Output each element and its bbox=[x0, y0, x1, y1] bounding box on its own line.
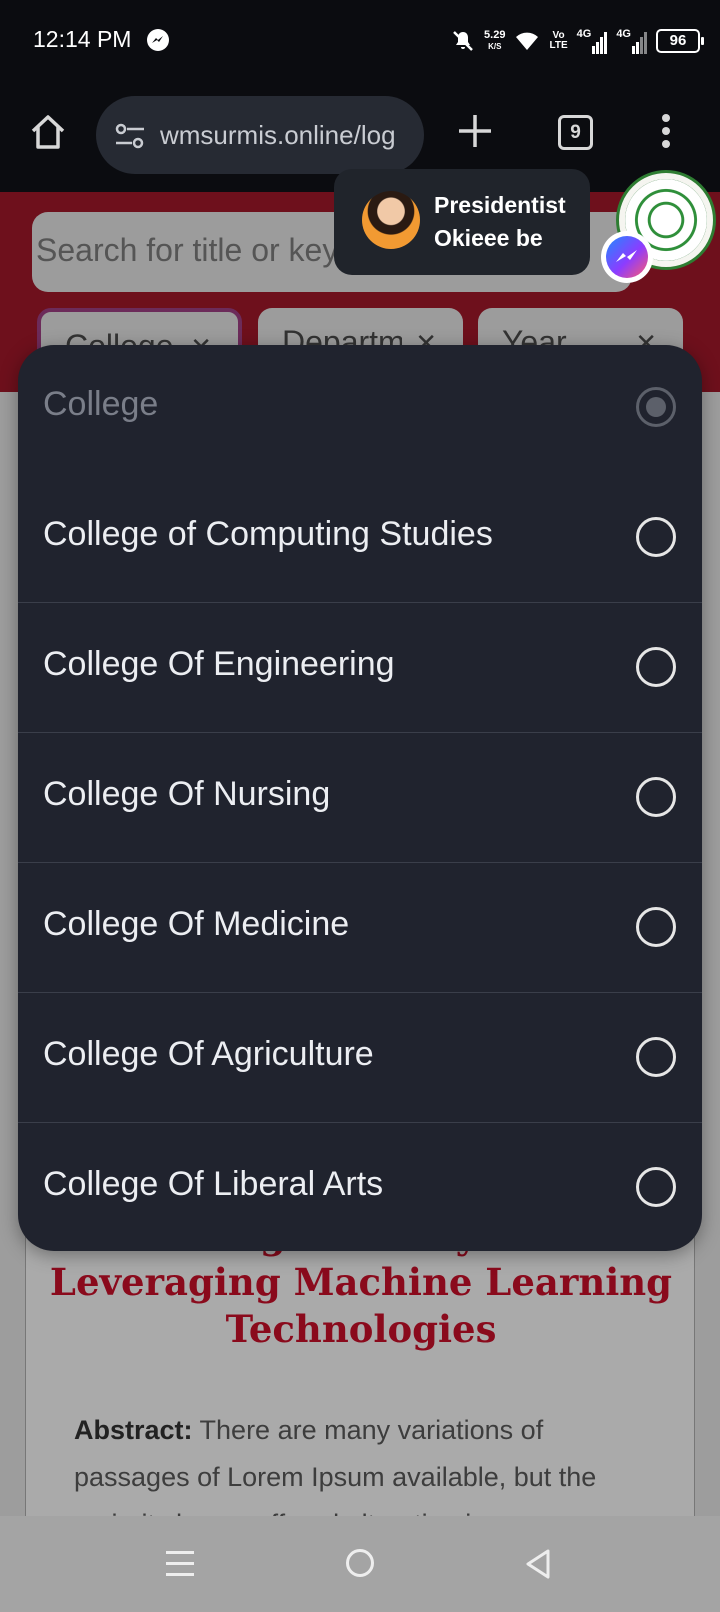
avatar bbox=[362, 191, 420, 249]
dropdown-option-college[interactable]: College bbox=[18, 345, 702, 475]
radio-icon bbox=[636, 517, 676, 557]
system-nav-bar bbox=[0, 1516, 720, 1612]
tune-icon[interactable] bbox=[114, 123, 146, 149]
plus-icon[interactable] bbox=[456, 112, 494, 150]
dropdown-option-liberal-arts[interactable]: College Of Liberal Arts bbox=[18, 1121, 702, 1251]
dropdown-option-agriculture[interactable]: College Of Agriculture bbox=[18, 991, 702, 1121]
network-speed: 5.29 K/S bbox=[484, 29, 506, 52]
wifi-icon bbox=[516, 32, 539, 50]
url-text[interactable]: wmsurmis.online/log bbox=[160, 120, 396, 151]
signal-strength-icon-2: 4G bbox=[616, 28, 647, 54]
radio-icon bbox=[636, 647, 676, 687]
radio-icon bbox=[636, 1167, 676, 1207]
mute-bell-icon bbox=[453, 31, 473, 51]
recent-apps-icon[interactable] bbox=[166, 1551, 194, 1584]
status-time: 12:14 PM bbox=[33, 26, 132, 52]
radio-icon bbox=[636, 907, 676, 947]
messenger-notification-icon bbox=[147, 29, 169, 51]
college-dropdown: College College of Computing Studies Col… bbox=[18, 345, 702, 1251]
tab-switcher-button[interactable]: 9 bbox=[558, 115, 593, 150]
chat-head-notification[interactable]: Presidentist Okieee be bbox=[334, 169, 590, 275]
dropdown-option-computing[interactable]: College of Computing Studies bbox=[18, 471, 702, 601]
more-vert-icon[interactable] bbox=[662, 114, 672, 153]
radio-icon bbox=[636, 1037, 676, 1077]
signal-strength-icon: 4G bbox=[577, 28, 608, 54]
volte-indicator: Vo LTE bbox=[549, 30, 568, 51]
dropdown-option-nursing[interactable]: College Of Nursing bbox=[18, 731, 702, 861]
back-triangle-icon[interactable] bbox=[524, 1548, 552, 1580]
address-bar[interactable]: wmsurmis.online/log bbox=[96, 96, 424, 174]
home-circle-icon[interactable] bbox=[346, 1549, 374, 1577]
chat-head-message: Presidentist Okieee be bbox=[434, 192, 566, 251]
radio-icon bbox=[636, 777, 676, 817]
dropdown-option-engineering[interactable]: College Of Engineering bbox=[18, 601, 702, 731]
research-card: Management System Leveraging Machine Lea… bbox=[25, 1212, 695, 1516]
dropdown-option-medicine[interactable]: College Of Medicine bbox=[18, 861, 702, 991]
status-bar: 12:14 PM 5.29 K/S Vo LTE 4G 4G 96 bbox=[0, 0, 720, 82]
research-abstract: Abstract: There are many variations of p… bbox=[74, 1415, 597, 1516]
messenger-icon bbox=[601, 231, 653, 283]
battery-indicator: 96 bbox=[656, 29, 704, 53]
home-icon[interactable] bbox=[28, 112, 68, 152]
radio-selected-icon bbox=[636, 387, 676, 427]
